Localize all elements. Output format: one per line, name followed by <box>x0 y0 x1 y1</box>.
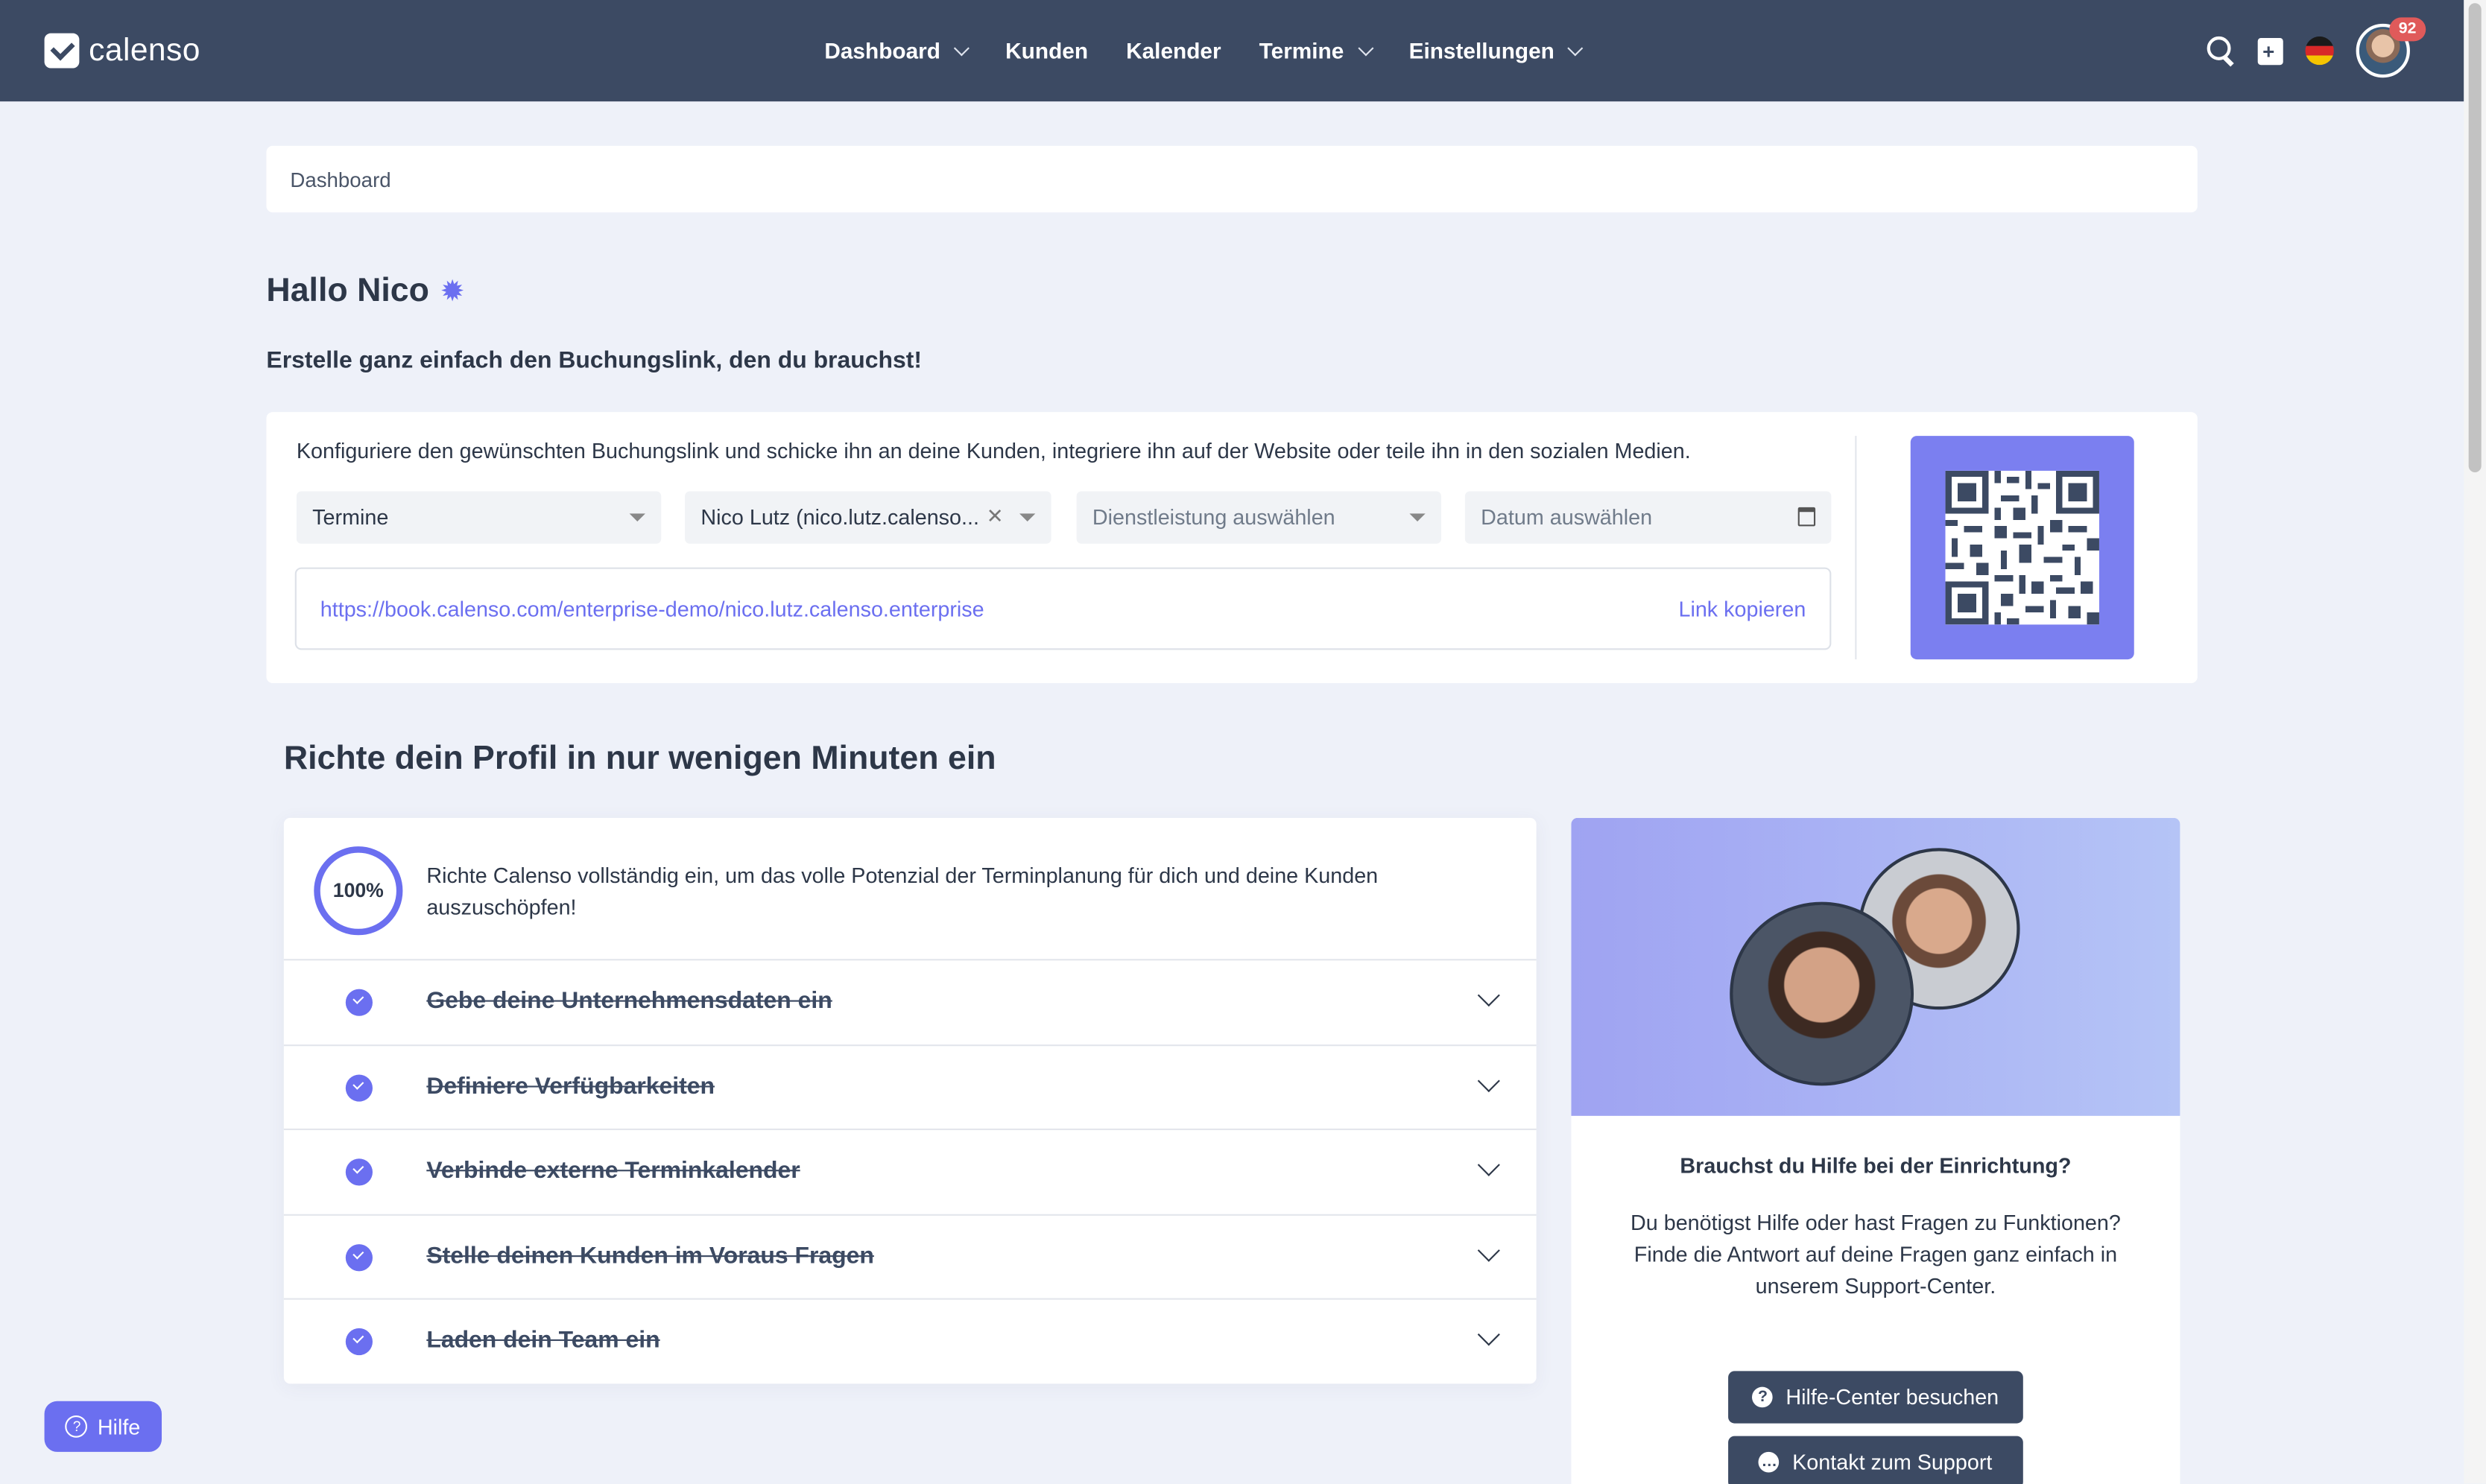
nav-actions: 92 <box>2207 17 2426 80</box>
flag-stripe-gold <box>2305 55 2334 66</box>
chevron-down-icon[interactable] <box>1477 1323 1500 1346</box>
nav-kalender[interactable]: Kalender <box>1126 38 1221 63</box>
checklist-item[interactable]: Definiere Verfügbarkeiten <box>283 1044 1537 1129</box>
nav-einstellungen[interactable]: Einstellungen <box>1408 38 1584 64</box>
nav-dashboard-label: Dashboard <box>824 38 940 64</box>
nav-kalender-label: Kalender <box>1126 38 1221 64</box>
german-flag-icon[interactable] <box>2305 36 2334 66</box>
chevron-down-icon[interactable] <box>1477 1069 1500 1093</box>
check-circle-icon <box>345 1158 373 1186</box>
help-card: Brauchst du Hilfe bei der Einrichtung? D… <box>1571 817 2180 1484</box>
chevron-down-icon <box>1568 39 1584 56</box>
help-card-banner <box>1571 817 2180 1116</box>
caret-down-icon <box>1409 513 1426 521</box>
question-circle-icon: ? <box>66 1415 89 1438</box>
service-select-placeholder: Dienstleistung auswählen <box>1092 505 1335 530</box>
contact-support-button-label: Kontakt zum Support <box>1792 1450 1993 1474</box>
checklist-item-label: Verbinde externe Terminkalender <box>426 1157 800 1185</box>
scrollbar-thumb[interactable] <box>2468 3 2482 473</box>
search-icon[interactable] <box>2207 36 2236 65</box>
nav-dashboard[interactable]: Dashboard <box>824 38 970 64</box>
copy-link-button[interactable]: Link kopieren <box>1678 597 1806 621</box>
clear-icon[interactable]: ✕ <box>987 504 1004 530</box>
help-card-text: Du benötigst Hilfe oder hast Fragen zu F… <box>1631 1211 2121 1298</box>
caret-down-icon <box>629 513 645 521</box>
support-agent-photo <box>1730 901 1914 1086</box>
floating-help-label: Hilfe <box>97 1414 141 1439</box>
chevron-down-icon <box>954 39 970 56</box>
qr-code-icon <box>1945 470 2099 625</box>
chevron-down-icon[interactable] <box>1477 1239 1500 1262</box>
worker-select-value: Nico Lutz (nico.lutz.calenso... <box>700 505 979 530</box>
main-menu: Dashboard Kunden Kalender Termine Einste… <box>824 0 1584 101</box>
worker-select[interactable]: Nico Lutz (nico.lutz.calenso... ✕ <box>685 491 1051 544</box>
nav-termine[interactable]: Termine <box>1259 38 1373 64</box>
booking-link-heading: Erstelle ganz einfach den Buchungslink, … <box>266 346 922 375</box>
chevron-down-icon <box>1357 39 1373 56</box>
type-select[interactable]: Termine <box>296 491 662 544</box>
checklist-item[interactable]: Gebe deine Unternehmensdaten ein <box>283 959 1537 1043</box>
caret-down-icon <box>1019 513 1036 521</box>
check-circle-icon <box>345 1244 373 1272</box>
setup-checklist: 100% Richte Calenso vollständig ein, um … <box>283 817 1537 1384</box>
help-center-button[interactable]: ? Hilfe-Center besuchen <box>1728 1371 2023 1424</box>
type-select-value: Termine <box>312 505 389 530</box>
page-title: Hallo Nico ✹ <box>266 273 463 311</box>
chat-bubble-icon: … <box>1759 1451 1780 1473</box>
flag-stripe-red <box>2305 45 2334 56</box>
checklist-item-label: Stelle deinen Kunden im Voraus Fragen <box>426 1243 874 1270</box>
help-center-button-label: Hilfe-Center besuchen <box>1786 1385 1999 1410</box>
checklist-item-label: Definiere Verfügbarkeiten <box>426 1073 715 1100</box>
logo-text: calenso <box>89 32 200 68</box>
setup-intro: Richte Calenso vollständig ein, um das v… <box>426 863 1379 920</box>
check-circle-icon <box>345 1074 373 1102</box>
date-picker[interactable]: Datum auswählen <box>1464 491 1832 544</box>
nav-kunden-label: Kunden <box>1005 38 1089 64</box>
top-navbar: calenso Dashboard Kunden Kalender Termin… <box>0 0 2464 102</box>
nav-einstellungen-label: Einstellungen <box>1408 38 1554 64</box>
checklist-item-label: Laden dein Team ein <box>426 1326 660 1354</box>
calenso-logo[interactable]: calenso <box>44 30 200 71</box>
greeting-text: Hallo Nico <box>266 272 429 309</box>
contact-support-button[interactable]: … Kontakt zum Support <box>1728 1436 2023 1484</box>
checklist-item[interactable]: Laden dein Team ein <box>283 1298 1537 1383</box>
calendar-icon[interactable] <box>1797 507 1816 527</box>
breadcrumb-item[interactable]: Dashboard <box>290 167 390 191</box>
progress-circle: 100% <box>314 846 403 936</box>
question-circle-icon: ? <box>1752 1386 1774 1408</box>
chevron-down-icon[interactable] <box>1477 1153 1500 1176</box>
qr-code-panel[interactable] <box>1910 436 2134 660</box>
booking-url[interactable]: https://book.calenso.com/enterprise-demo… <box>320 597 984 621</box>
calenso-logo-icon <box>44 33 80 69</box>
booking-url-field[interactable]: https://book.calenso.com/enterprise-demo… <box>294 567 1832 650</box>
add-appointment-icon[interactable] <box>2257 37 2283 65</box>
checklist-item[interactable]: Verbinde externe Terminkalender <box>283 1128 1537 1213</box>
nav-kunden[interactable]: Kunden <box>1005 38 1088 63</box>
help-card-heading: Brauchst du Hilfe bei der Einrichtung? <box>1680 1153 2072 1178</box>
check-circle-icon <box>345 1328 373 1356</box>
chevron-down-icon[interactable] <box>1477 984 1500 1007</box>
checklist-item[interactable]: Stelle deinen Kunden im Voraus Fragen <box>283 1214 1537 1298</box>
notification-badge: 92 <box>2389 17 2426 42</box>
nav-termine-label: Termine <box>1259 38 1344 64</box>
profile-setup-title: Richte dein Profil in nur wenigen Minute… <box>283 740 996 777</box>
date-picker-placeholder: Datum auswählen <box>1481 505 1653 530</box>
user-avatar[interactable]: 92 <box>2356 17 2426 78</box>
booking-link-card: Konfiguriere den gewünschten Buchungslin… <box>266 412 2198 683</box>
flag-stripe-black <box>2305 36 2334 46</box>
booking-link-description: Konfiguriere den gewünschten Buchungslin… <box>296 439 1691 463</box>
checklist-item-label: Gebe deine Unternehmensdaten ein <box>426 987 832 1015</box>
divider <box>1855 436 1857 660</box>
service-select[interactable]: Dienstleistung auswählen <box>1076 491 1441 544</box>
breadcrumb: Dashboard <box>266 145 2198 213</box>
check-circle-icon <box>345 989 373 1016</box>
gear-icon[interactable]: ✹ <box>442 276 464 308</box>
floating-help-button[interactable]: ? Hilfe <box>44 1401 162 1452</box>
